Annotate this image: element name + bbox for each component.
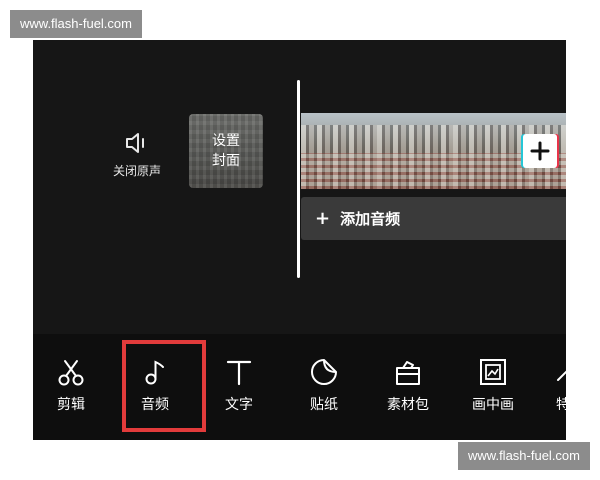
toolbar-item-text[interactable]: 文字 [199,358,279,414]
sticker-icon [311,359,337,385]
set-cover-button[interactable]: 设置封面 [189,114,263,188]
timeline-playhead[interactable] [297,80,300,278]
text-icon [226,360,252,386]
watermark-bottom: www.flash-fuel.com [458,442,590,470]
scissors-icon [58,360,84,386]
more-icon [557,370,566,381]
toolbar-item-edit[interactable]: 剪辑 [33,358,111,414]
mute-original-audio-label: 关闭原声 [112,164,161,178]
clip-thumbnail [377,113,453,189]
toolbar-item-label: 特 [556,397,566,413]
toolbar-item-picture-in-picture[interactable]: 画中画 [453,358,533,414]
toolbar-item-label: 素材包 [387,397,429,413]
toolbar-item-label: 文字 [225,397,253,413]
add-audio-track-button[interactable]: + 添加音频 [301,197,566,240]
highlight-box-audio [122,340,206,432]
material-pack-icon [396,361,420,385]
speaker-off-icon [126,133,144,153]
watermark-top: www.flash-fuel.com [10,10,142,38]
toolbar-item-sticker[interactable]: 贴纸 [284,358,364,414]
mute-original-audio-button[interactable]: 关闭原声 [101,132,173,182]
clip-thumbnail [301,113,377,189]
toolbar-item-label: 画中画 [472,397,514,413]
toolbar-item-label: 剪辑 [57,397,85,413]
video-editor-screen: 关闭原声 设置封面 + 添加音频 剪辑 音频 文字 贴纸 素材包 画中画 特 [33,40,566,440]
plus-icon [530,141,550,161]
toolbar-item-effects[interactable]: 特 [533,358,566,414]
bottom-toolbar: 剪辑 音频 文字 贴纸 素材包 画中画 特 [33,334,566,440]
plus-icon: + [315,208,331,229]
clip-thumbnail [453,113,529,189]
add-audio-label: 添加音频 [340,210,401,228]
toolbar-item-label: 贴纸 [310,397,338,413]
picture-in-picture-icon [480,359,506,385]
set-cover-label: 设置封面 [212,133,240,169]
add-clip-button[interactable] [523,134,557,168]
toolbar-item-material-pack[interactable]: 素材包 [368,358,448,414]
